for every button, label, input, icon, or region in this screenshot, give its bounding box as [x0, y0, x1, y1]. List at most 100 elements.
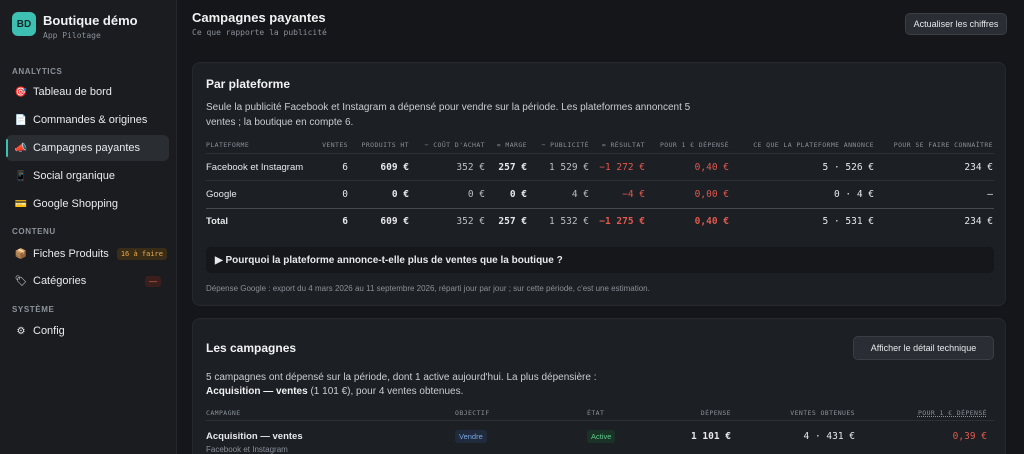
column-header: − COÛT D'ACHAT	[424, 141, 485, 149]
campaign-platform: Facebook et Instagram	[206, 445, 288, 454]
top-campaign-name: Acquisition — ventes	[206, 386, 308, 397]
brand-subtitle: App Pilotage	[43, 31, 101, 40]
refresh-button[interactable]: Actualiser les chiffres	[905, 13, 1007, 35]
show-technical-details-button[interactable]: Afficher le détail technique	[853, 336, 994, 360]
table-cell: 234 €	[964, 162, 993, 173]
sidebar-item-config[interactable]: ⚙ Config	[6, 318, 169, 344]
table-cell: −1 272 €	[599, 162, 645, 173]
table-cell: 0 €	[467, 189, 485, 200]
table-cell: Facebook et Instagram	[206, 162, 304, 173]
sidebar-item-label: Google Shopping	[33, 198, 119, 210]
todo-badge: 16 à faire	[116, 248, 167, 260]
sidebar-item-label: Commandes & origines	[33, 114, 148, 126]
sidebar-item-label: Campagnes payantes	[33, 142, 141, 154]
table-cell: 0 €	[509, 189, 527, 200]
sidebar-item-dashboard[interactable]: 🎯 Tableau de bord	[6, 79, 169, 105]
column-header: VENTES OBTENUES	[790, 409, 855, 417]
table-cell: 257 €	[498, 216, 527, 227]
section-label-analytics: ANALYTICS	[12, 67, 63, 76]
sidebar-item-product-sheets[interactable]: 📦 Fiches Produits 16 à faire	[6, 241, 169, 267]
column-header: PLATEFORME	[206, 141, 250, 149]
column-header: POUR SE FAIRE CONNAÎTRE	[893, 141, 993, 149]
table-cell: 609 €	[380, 162, 409, 173]
column-header: PRODUITS HT	[361, 141, 409, 149]
platform-card: Par plateforme Seule la publicité Facebo…	[192, 62, 1006, 306]
gear-icon: ⚙	[16, 325, 26, 337]
table-cell: 234 €	[964, 216, 993, 227]
sidebar-item-label: Tableau de bord	[33, 86, 112, 98]
table-cell: 352 €	[456, 216, 485, 227]
table-cell: 0 €	[391, 189, 409, 200]
column-header: = MARGE	[496, 141, 527, 149]
campaign-sales: 4 · 431 €	[803, 431, 855, 442]
campaign-per-euro: 0,39 €	[952, 431, 987, 442]
box-icon: 📦	[14, 248, 28, 260]
table-cell: 6	[342, 162, 348, 173]
page-title: Campagnes payantes	[192, 10, 326, 25]
table-cell: 5 · 526 €	[822, 162, 874, 173]
table-cell: 609 €	[380, 216, 409, 227]
table-cell: 352 €	[456, 162, 485, 173]
table-cell: 0 · 4 €	[833, 189, 874, 200]
why-more-sales-accordion[interactable]: ▶ Pourquoi la plateforme annonce-t-elle …	[206, 247, 994, 273]
column-header: POUR 1 € DÉPENSÉ	[917, 409, 987, 417]
table-cell: 0,00 €	[694, 189, 729, 200]
table-cell: −4 €	[622, 189, 645, 200]
campaigns-card: Les campagnes Afficher le détail techniq…	[192, 318, 1006, 454]
table-cell: 257 €	[498, 162, 527, 173]
column-header: = RÉSULTAT	[601, 141, 645, 149]
column-header: OBJECTIF	[455, 409, 490, 417]
sidebar-item-categories[interactable]: 🏷 Catégories —	[6, 268, 169, 294]
column-header: DÉPENSE	[700, 409, 731, 417]
status-badge: Active	[587, 430, 616, 443]
table-cell: 0,40 €	[694, 216, 729, 227]
sidebar-item-label: Fiches Produits	[33, 248, 109, 260]
status-badge: —	[145, 275, 161, 287]
table-cell: 0	[342, 189, 348, 200]
table-cell: 0,40 €	[694, 162, 729, 173]
section-label-system: SYSTÈME	[12, 305, 55, 314]
platform-intro: Seule la publicité Facebook et Instagram…	[206, 102, 691, 128]
sidebar-item-orders[interactable]: 📄 Commandes & origines	[6, 107, 169, 133]
column-header: ÉTAT	[587, 409, 605, 417]
table-cell: −1 275 €	[599, 216, 645, 227]
column-header: CE QUE LA PLATEFORME ANNONCE	[753, 141, 874, 149]
column-header: CAMPAGNE	[206, 409, 241, 417]
brand[interactable]: BD Boutique démo App Pilotage	[12, 12, 138, 40]
sidebar: BD Boutique démo App Pilotage ANALYTICS …	[0, 0, 177, 454]
total-label: Total	[206, 216, 228, 227]
megaphone-icon: 📣	[14, 142, 28, 154]
table-cell: 4 €	[571, 189, 589, 200]
sidebar-item-label: Social organique	[33, 170, 115, 182]
phone-icon: 📱	[14, 170, 28, 182]
sidebar-item-paid-campaigns[interactable]: 📣 Campagnes payantes	[6, 135, 169, 161]
top-campaign-detail: (1 101 €), pour 4 ventes obtenues.	[307, 386, 464, 397]
brand-name: Boutique démo	[43, 13, 138, 28]
column-header: VENTES	[322, 141, 348, 149]
document-icon: 📄	[14, 114, 28, 126]
brand-logo: BD	[12, 12, 36, 36]
campaign-name: Acquisition — ventes	[206, 431, 303, 442]
campaign-spend: 1 101 €	[690, 431, 731, 442]
column-header: − PUBLICITÉ	[541, 141, 589, 149]
campaigns-intro-line1: 5 campagnes ont dépensé sur la période, …	[206, 372, 597, 383]
google-spend-note: Dépense Google : export du 4 mars 2026 a…	[206, 284, 650, 293]
target-icon: 🎯	[14, 86, 28, 98]
table-cell: 1 532 €	[548, 216, 589, 227]
objective-badge: Vendre	[455, 430, 487, 443]
table-cell: —	[987, 189, 993, 200]
table-cell: 6	[342, 216, 348, 227]
sidebar-item-social[interactable]: 📱 Social organique	[6, 163, 169, 189]
table-cell: 5 · 531 €	[822, 216, 874, 227]
sidebar-item-label: Catégories	[33, 275, 87, 287]
card-icon: 💳	[14, 198, 28, 210]
table-cell: Google	[206, 189, 237, 200]
sidebar-item-label: Config	[33, 325, 65, 337]
campaigns-intro-line2: Acquisition — ventes (1 101 €), pour 4 v…	[206, 384, 463, 399]
platform-card-title: Par plateforme	[206, 77, 291, 91]
section-label-content: CONTENU	[12, 227, 56, 236]
sidebar-item-google-shopping[interactable]: 💳 Google Shopping	[6, 191, 169, 217]
campaigns-card-title: Les campagnes	[206, 341, 297, 355]
column-header: POUR 1 € DÉPENSÉ	[659, 141, 729, 149]
tag-icon: 🏷	[14, 275, 28, 287]
